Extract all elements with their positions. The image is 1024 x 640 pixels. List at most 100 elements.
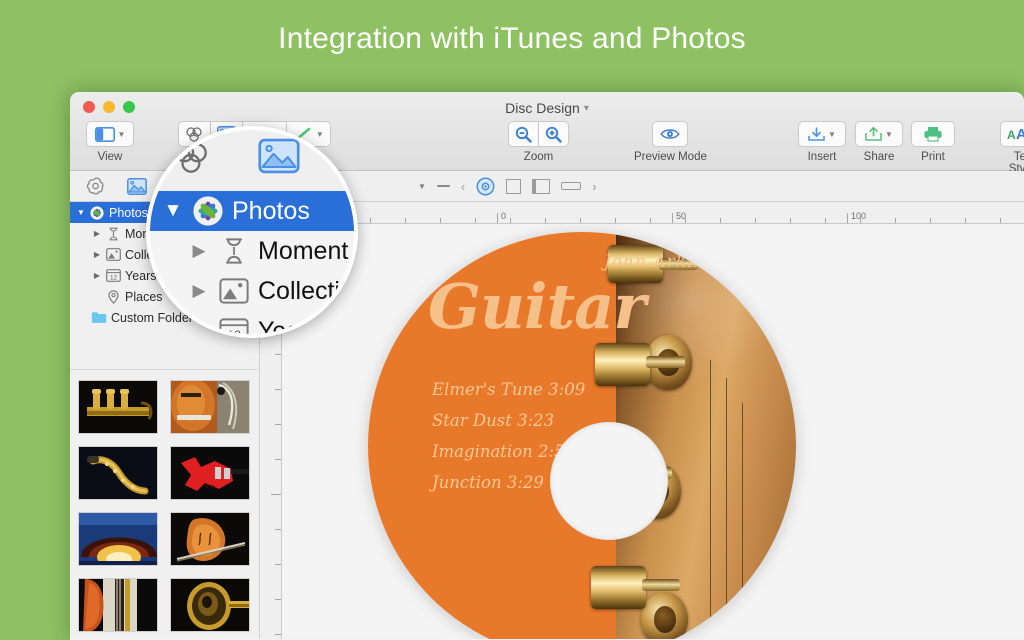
chevron-down-icon[interactable]: ▼ bbox=[418, 182, 426, 191]
chevron-left-icon[interactable]: ‹ bbox=[461, 179, 465, 194]
track-item: Elmer's Tune 3:09 bbox=[432, 380, 585, 399]
minus-icon[interactable] bbox=[437, 185, 450, 187]
insert-icon bbox=[808, 126, 825, 142]
chevron-down-icon[interactable]: ▾ bbox=[584, 103, 589, 114]
thumbnail-cello[interactable] bbox=[78, 578, 158, 632]
document-title-text: Disc Design bbox=[505, 100, 580, 116]
thumbnail-electric-guitar-sunburst[interactable] bbox=[170, 380, 250, 434]
toolbar-label-share: Share bbox=[855, 151, 903, 163]
banner-title: Integration with iTunes and Photos bbox=[0, 22, 1024, 56]
media-image-button[interactable] bbox=[127, 178, 147, 195]
sidebar-item-label: Photos bbox=[109, 206, 148, 220]
print-button[interactable] bbox=[911, 121, 955, 147]
secondary-toolbar-right: ▼ ‹ › bbox=[415, 177, 597, 196]
share-button[interactable]: ▼ bbox=[855, 121, 903, 147]
page-banner: Integration with iTunes and Photos bbox=[0, 0, 1024, 92]
magnified-item-moment[interactable]: ▶ Moment bbox=[150, 231, 354, 271]
insert-button[interactable]: ▼ bbox=[798, 121, 846, 147]
landscape-icon bbox=[104, 248, 122, 261]
magnified-item-label: Collecti bbox=[258, 277, 340, 306]
ruler-label-100: 100 bbox=[851, 211, 866, 221]
canvas-area: 0 50 100 50 bbox=[260, 202, 1024, 639]
hourglass-icon bbox=[104, 227, 122, 241]
photos-flower-icon bbox=[88, 206, 106, 220]
preview-mode-button[interactable] bbox=[652, 121, 688, 147]
design-canvas[interactable]: John Arkin Guitar Elmer's Tune 3:09 Star… bbox=[282, 224, 1024, 639]
shapes-icon[interactable] bbox=[172, 142, 212, 179]
svg-text:A: A bbox=[1007, 128, 1016, 142]
sidebar-divider bbox=[70, 369, 260, 370]
svg-text:A: A bbox=[1016, 126, 1024, 142]
thumbnail-concert-hall[interactable] bbox=[78, 512, 158, 566]
media-image-icon[interactable] bbox=[258, 138, 300, 179]
disc-title: Guitar bbox=[428, 270, 645, 343]
magnified-item-years[interactable]: 12 Yea bbox=[150, 311, 354, 338]
gear-flower-button[interactable] bbox=[86, 177, 105, 195]
tuner-knob bbox=[641, 592, 688, 639]
chevron-right-icon[interactable]: ▶ bbox=[90, 229, 104, 238]
text-styles-button[interactable]: AA ▼ bbox=[1000, 121, 1024, 147]
zoom-in-button[interactable] bbox=[539, 121, 569, 147]
magnified-item-collections[interactable]: ▶ Collecti bbox=[150, 271, 354, 311]
magnifier-loupe: ▼ Photos ▶ Moment ▶ Collecti 12 Y bbox=[146, 126, 358, 338]
magnifier-sidebar-list: ▼ Photos ▶ Moment ▶ Collecti 12 Y bbox=[150, 191, 354, 338]
chevron-right-icon[interactable]: ▶ bbox=[90, 271, 104, 280]
thumbnail-grid bbox=[70, 380, 260, 632]
thumbnail-saxophone[interactable] bbox=[78, 446, 158, 500]
magnified-item-label: Moment bbox=[258, 237, 348, 266]
view-button[interactable]: ▼ bbox=[86, 121, 134, 147]
hourglass-icon bbox=[214, 237, 254, 265]
bar-shape-icon[interactable] bbox=[561, 182, 581, 190]
magnified-item-label: Photos bbox=[232, 197, 310, 226]
toolbar-group-view: ▼ View bbox=[86, 121, 134, 163]
toolbar-group-text-styles: AA ▼ Text Styles bbox=[1000, 121, 1024, 175]
landscape-icon bbox=[214, 278, 254, 304]
toolbar-label-zoom: Zoom bbox=[508, 151, 569, 163]
photos-flower-icon bbox=[188, 196, 228, 226]
magnifier-toolbar-region bbox=[150, 130, 354, 191]
zoom-out-button[interactable] bbox=[508, 121, 539, 147]
disc-artist-name: John Arkin bbox=[604, 252, 705, 272]
disc-icon[interactable] bbox=[476, 177, 495, 196]
tuning-peg bbox=[591, 566, 647, 609]
zoom-out-icon bbox=[515, 126, 532, 143]
tuning-peg-stem bbox=[642, 579, 681, 591]
media-image-icon bbox=[127, 178, 147, 195]
document-title[interactable]: Disc Design ▾ bbox=[70, 100, 1024, 116]
magnified-item-photos[interactable]: ▼ Photos bbox=[150, 191, 354, 231]
toolbar-group-insert: ▼ Insert bbox=[798, 121, 846, 163]
toolbar-label-preview: Preview Mode bbox=[634, 151, 707, 163]
gear-flower-icon bbox=[86, 177, 105, 195]
chevron-down-icon[interactable]: ▼ bbox=[118, 130, 126, 139]
thumbnail-trombone[interactable] bbox=[170, 578, 250, 632]
zoom-in-icon bbox=[545, 126, 562, 143]
share-icon bbox=[865, 126, 882, 142]
tuning-peg-stem bbox=[646, 356, 685, 368]
svg-text:12: 12 bbox=[109, 274, 117, 281]
chevron-right-icon[interactable]: › bbox=[592, 179, 596, 194]
text-styles-icon: AA bbox=[1007, 126, 1024, 142]
square-shape-icon[interactable] bbox=[506, 179, 521, 194]
toolbar-group-zoom: Zoom bbox=[508, 121, 569, 163]
thumbnail-red-electric-guitar[interactable] bbox=[170, 446, 250, 500]
disc-artwork[interactable]: John Arkin Guitar Elmer's Tune 3:09 Star… bbox=[368, 232, 796, 639]
ruler-label-0: 0 bbox=[501, 211, 506, 221]
chevron-right-icon[interactable]: ▶ bbox=[90, 250, 104, 259]
track-item: Star Dust 3:23 bbox=[432, 411, 585, 430]
chevron-right-icon[interactable]: ▶ bbox=[184, 241, 214, 261]
chevron-down-icon[interactable]: ▼ bbox=[828, 130, 836, 139]
ruler-label-50: 50 bbox=[676, 211, 686, 221]
chevron-down-icon[interactable]: ▼ bbox=[158, 200, 188, 222]
pin-icon bbox=[104, 290, 122, 304]
chevron-down-icon[interactable]: ▼ bbox=[885, 130, 893, 139]
horizontal-ruler[interactable]: 0 50 100 bbox=[260, 202, 1024, 224]
chevron-down-icon[interactable]: ▼ bbox=[74, 208, 88, 217]
calendar-12-icon: 12 bbox=[104, 269, 122, 282]
chevron-right-icon[interactable]: ▶ bbox=[184, 281, 214, 301]
folder-icon bbox=[90, 311, 108, 324]
tuning-peg bbox=[595, 343, 651, 386]
thumbnail-violin-with-bow[interactable] bbox=[170, 512, 250, 566]
thumbnail-trumpet[interactable] bbox=[78, 380, 158, 434]
toolbar-group-print: Print bbox=[911, 121, 955, 163]
framed-rect-shape-icon[interactable] bbox=[532, 179, 550, 194]
